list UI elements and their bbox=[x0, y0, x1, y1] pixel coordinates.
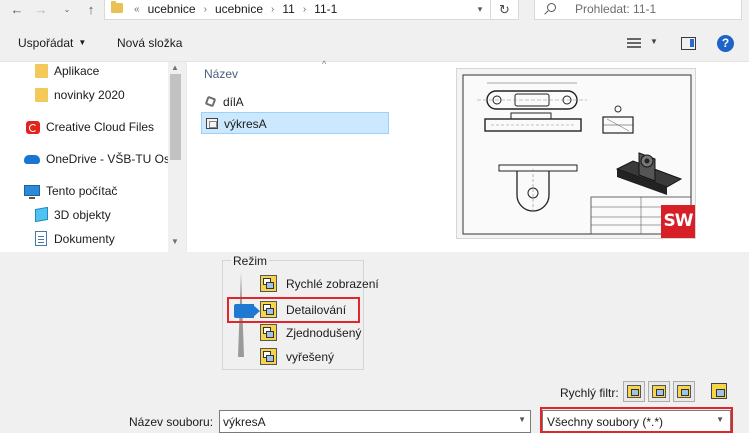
highlight-frame-mode bbox=[227, 297, 360, 323]
search-input[interactable]: Prohledat: 11-1 bbox=[534, 0, 742, 20]
nav-item-onedrive[interactable]: OneDrive - VŠB-TU Ost bbox=[0, 148, 173, 172]
folder-icon bbox=[35, 64, 48, 78]
search-placeholder: Prohledat: 11-1 bbox=[575, 2, 657, 16]
nav-item-creative-cloud[interactable]: Creative Cloud Files bbox=[0, 116, 168, 140]
nav-item-3d-objects[interactable]: 3D objekty bbox=[0, 204, 168, 228]
mode-option-lightweight[interactable]: Zjednodušený bbox=[258, 323, 362, 343]
filename-value: výkresA bbox=[223, 415, 266, 429]
file-row-selected[interactable]: výkresA bbox=[201, 112, 389, 134]
organize-label: Uspořádat bbox=[18, 36, 74, 50]
filename-input[interactable]: výkresA ▼ bbox=[219, 410, 531, 433]
mode-option-resolved[interactable]: vyřešený bbox=[258, 347, 362, 367]
breadcrumb-item[interactable]: 11 bbox=[277, 2, 299, 16]
filter-assemblies-button[interactable] bbox=[648, 381, 670, 402]
part-file-icon bbox=[204, 95, 217, 108]
quick-view-icon bbox=[260, 275, 277, 292]
nav-item-label: Aplikace bbox=[54, 64, 100, 78]
breadcrumb: « ucebnice › ucebnice › 11 › 11-1 bbox=[131, 1, 342, 17]
scroll-down-icon[interactable]: ▼ bbox=[171, 237, 179, 246]
search-icon bbox=[547, 3, 556, 12]
organize-button[interactable]: Uspořádat ▼ bbox=[18, 36, 86, 50]
chevron-right-icon[interactable]: › bbox=[268, 4, 277, 15]
mode-option-label: Zjednodušený bbox=[286, 326, 362, 340]
top-level-filter-icon bbox=[711, 383, 727, 399]
quick-filter-label: Rychlý filtr: bbox=[560, 386, 619, 400]
onedrive-icon bbox=[24, 155, 40, 164]
mode-option-label: vyřešený bbox=[286, 350, 335, 364]
nav-item-label: OneDrive - VŠB-TU Ost bbox=[46, 152, 174, 166]
mode-option-label: Rychlé zobrazení bbox=[286, 277, 379, 291]
nav-item-documents[interactable]: Dokumenty bbox=[0, 228, 168, 252]
breadcrumb-item[interactable]: ucebnice bbox=[143, 2, 201, 16]
file-name: výkresA bbox=[224, 117, 267, 131]
column-header-name[interactable]: Název bbox=[204, 67, 238, 81]
file-list: Název ^ dílA výkresA bbox=[186, 59, 394, 252]
nav-item-label: Creative Cloud Files bbox=[46, 120, 155, 134]
new-folder-button[interactable]: Nová složka bbox=[117, 36, 182, 50]
mode-option-quick-view[interactable]: Rychlé zobrazení bbox=[258, 274, 379, 294]
navigation-pane: Aplikace novinky 2020 Creative Cloud Fil… bbox=[0, 62, 183, 252]
solidworks-logo-icon: SW bbox=[661, 205, 695, 238]
filter-parts-button[interactable] bbox=[623, 381, 645, 402]
computer-icon bbox=[24, 185, 40, 199]
resolved-icon bbox=[260, 348, 277, 365]
preview-pane: SW bbox=[394, 62, 749, 252]
parts-filter-icon bbox=[627, 385, 641, 398]
nav-item-this-pc[interactable]: Tento počítač bbox=[0, 180, 168, 204]
chevron-right-icon[interactable]: › bbox=[300, 4, 309, 15]
folder-icon bbox=[111, 1, 123, 13]
refresh-icon[interactable]: ↻ bbox=[490, 0, 518, 20]
creative-cloud-icon bbox=[26, 121, 40, 134]
filter-top-level-button[interactable] bbox=[709, 381, 731, 402]
highlight-frame-file-type bbox=[540, 407, 733, 433]
chevron-down-icon[interactable]: ▼ bbox=[518, 415, 526, 424]
breadcrumb-overflow[interactable]: « bbox=[131, 4, 143, 15]
drawings-filter-icon bbox=[677, 385, 691, 398]
3d-objects-icon bbox=[35, 206, 48, 223]
drawing-file-icon bbox=[206, 118, 218, 129]
file-name: dílA bbox=[223, 95, 244, 109]
assemblies-filter-icon bbox=[652, 385, 666, 398]
breadcrumb-item[interactable]: 11-1 bbox=[309, 2, 342, 16]
forward-arrow-icon[interactable]: → bbox=[30, 0, 52, 20]
mode-group-label: Režim bbox=[231, 254, 270, 268]
nav-item-label: novinky 2020 bbox=[54, 88, 125, 102]
breadcrumb-item[interactable]: ucebnice bbox=[210, 2, 268, 16]
address-row: ← → ⌄ ↑ « ucebnice › ucebnice › 11 › 11-… bbox=[0, 0, 749, 24]
scrollbar-thumb[interactable] bbox=[170, 74, 181, 160]
back-arrow-icon[interactable]: ← bbox=[6, 0, 28, 20]
chevron-down-icon[interactable]: ▼ bbox=[650, 37, 658, 46]
sort-ascending-icon: ^ bbox=[322, 59, 327, 69]
nav-item-label: Tento počítač bbox=[46, 184, 118, 198]
nav-scrollbar[interactable]: ▲ ▼ bbox=[168, 62, 183, 252]
chevron-down-icon[interactable]: ▾ bbox=[472, 1, 488, 17]
filename-label: Název souboru: bbox=[129, 415, 214, 429]
address-bar[interactable]: « ucebnice › ucebnice › 11 › 11-1 ▾ ↻ bbox=[104, 0, 519, 20]
nav-item-label: Dokumenty bbox=[54, 232, 115, 246]
recent-locations-chevron-icon[interactable]: ⌄ bbox=[56, 0, 78, 20]
filter-drawings-button[interactable] bbox=[673, 381, 695, 402]
lightweight-icon bbox=[260, 324, 277, 341]
scroll-up-icon[interactable]: ▲ bbox=[171, 63, 179, 72]
documents-icon bbox=[35, 231, 47, 246]
view-options-icon[interactable] bbox=[627, 38, 641, 49]
drawing-preview-image bbox=[456, 68, 696, 239]
nav-item-label: 3D objekty bbox=[54, 208, 111, 222]
nav-item-novinky[interactable]: novinky 2020 bbox=[0, 84, 168, 108]
help-icon[interactable]: ? bbox=[717, 35, 734, 52]
folder-icon bbox=[35, 88, 48, 102]
up-arrow-icon[interactable]: ↑ bbox=[80, 0, 102, 20]
preview-pane-icon[interactable] bbox=[681, 37, 696, 50]
toolbar: Uspořádat ▼ Nová složka ▼ ? bbox=[0, 24, 749, 62]
chevron-right-icon[interactable]: › bbox=[201, 4, 210, 15]
file-row[interactable]: dílA bbox=[201, 91, 389, 113]
nav-item-aplikace[interactable]: Aplikace bbox=[0, 60, 168, 84]
chevron-down-icon: ▼ bbox=[78, 38, 87, 47]
